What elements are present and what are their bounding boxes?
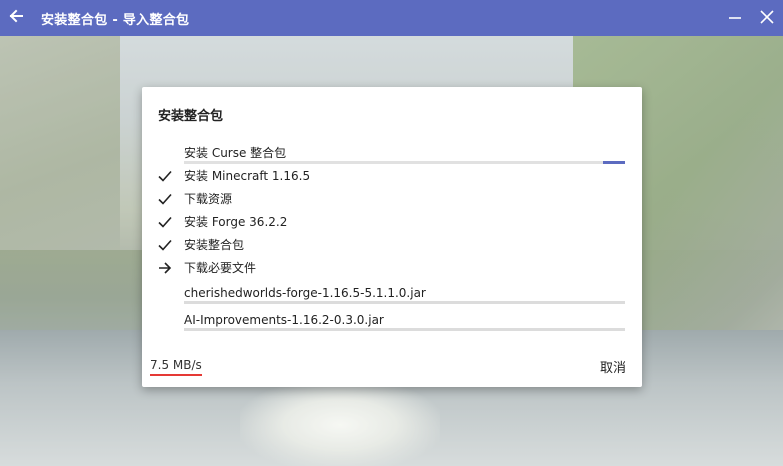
download-progress: [184, 328, 625, 331]
task-item-active: 下载必要文件: [158, 256, 626, 279]
task-label: 安装 Forge 36.2.2: [184, 215, 288, 229]
download-item: AI-Improvements-1.16.2-0.3.0.jar: [158, 306, 626, 333]
download-item: cherishedworlds-forge-1.16.5-5.1.1.0.jar: [158, 279, 626, 306]
task-item: 安装整合包: [158, 233, 626, 256]
task-label: 安装整合包: [184, 238, 245, 252]
arrow-right-icon: [158, 260, 184, 276]
check-icon: [158, 214, 184, 230]
current-task: 安装 Curse 整合包: [158, 141, 626, 164]
window-title: 安装整合包 - 导入整合包: [41, 12, 190, 28]
task-label: 下载必要文件: [184, 261, 257, 275]
close-button[interactable]: [751, 0, 783, 36]
cancel-button[interactable]: 取消: [600, 357, 626, 376]
download-filename: cherishedworlds-forge-1.16.5-5.1.1.0.jar: [184, 285, 426, 300]
minimize-icon: [728, 9, 742, 28]
check-icon: [158, 191, 184, 207]
download-speed: 7.5 MB/s: [150, 358, 202, 376]
close-icon: [760, 9, 774, 28]
back-button[interactable]: [0, 0, 32, 36]
current-task-label: 安装 Curse 整合包: [184, 146, 287, 160]
install-dialog: 安装整合包 安装 Curse 整合包 安装 Minecraft 1.16.5 下…: [142, 87, 642, 387]
task-label: 下载资源: [184, 192, 233, 206]
download-progress: [184, 301, 625, 304]
task-item: 安装 Minecraft 1.16.5: [158, 164, 626, 187]
download-filename: AI-Improvements-1.16.2-0.3.0.jar: [184, 312, 384, 327]
check-icon: [158, 168, 184, 184]
dialog-title: 安装整合包: [158, 109, 224, 124]
check-icon: [158, 237, 184, 253]
title-bar: 安装整合包 - 导入整合包: [0, 0, 783, 36]
task-item: 安装 Forge 36.2.2: [158, 210, 626, 233]
task-list: 安装 Curse 整合包 安装 Minecraft 1.16.5 下载资源 安装…: [158, 141, 626, 333]
arrow-left-icon: [8, 8, 24, 28]
minimize-button[interactable]: [719, 0, 751, 36]
task-item: 下载资源: [158, 187, 626, 210]
task-label: 安装 Minecraft 1.16.5: [184, 169, 311, 183]
